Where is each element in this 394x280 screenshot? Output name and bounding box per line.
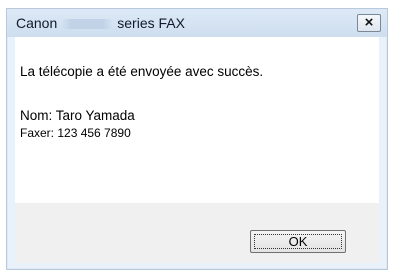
redacted-model-name [61, 19, 114, 30]
title-bar: Canon series FAX × [7, 9, 387, 37]
close-icon: × [364, 14, 374, 31]
recipient-fax-number: Faxer: 123 456 7890 [20, 126, 131, 140]
ok-button-label: OK [288, 234, 308, 249]
title-suffix: series FAX [117, 15, 185, 31]
window-title: Canon series FAX [16, 15, 185, 31]
recipient-name: Nom: Taro Yamada [20, 108, 135, 123]
title-prefix: Canon [16, 15, 58, 31]
ok-button[interactable]: OK [250, 230, 346, 253]
close-button[interactable]: × [357, 14, 381, 32]
success-message: La télécopie a été envoyée avec succès. [20, 64, 264, 79]
